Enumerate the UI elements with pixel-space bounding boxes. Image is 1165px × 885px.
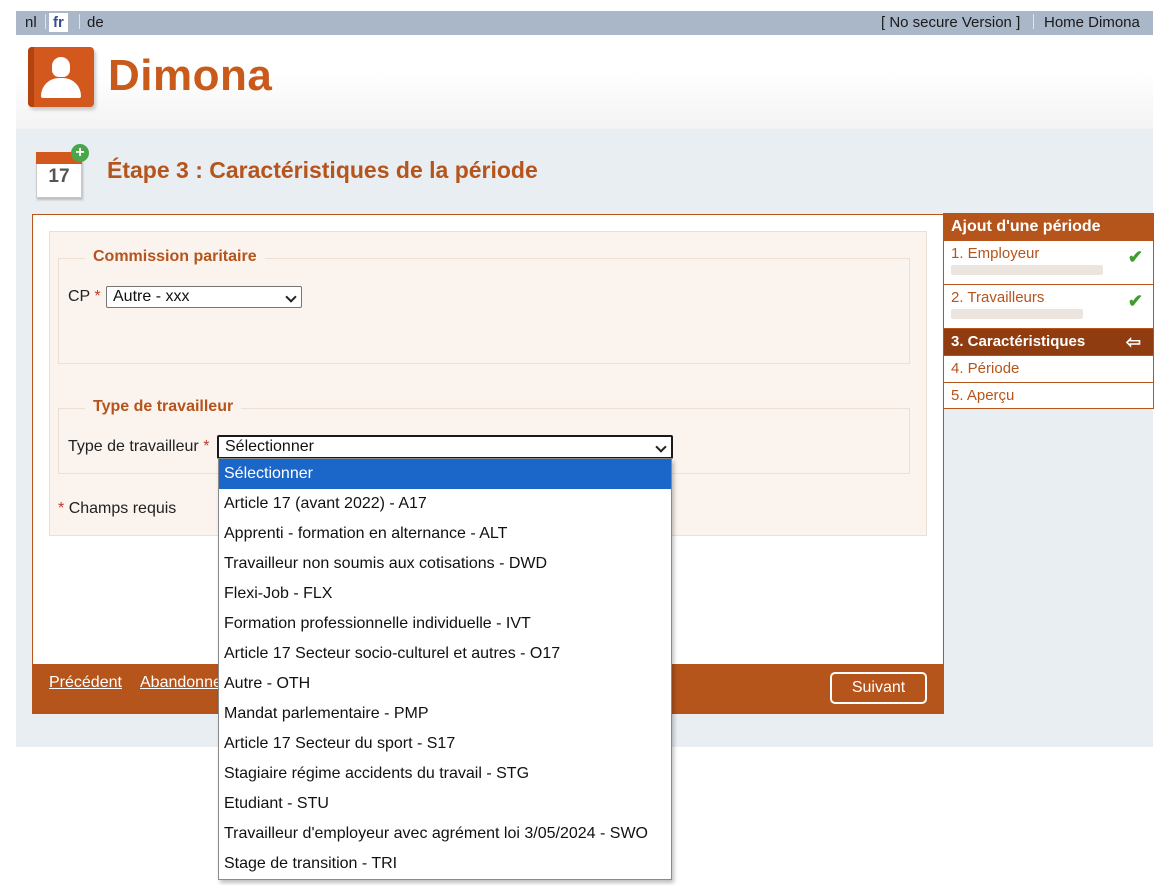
dropdown-option[interactable]: Apprenti - formation en alternance - ALT bbox=[219, 519, 671, 549]
previous-link[interactable]: Précédent bbox=[49, 674, 122, 692]
cp-legend: Commission paritaire bbox=[85, 248, 265, 266]
header-logo-area: Dimona bbox=[16, 35, 1153, 129]
dropdown-option[interactable]: Article 17 Secteur socio-culturel et aut… bbox=[219, 639, 671, 669]
worker-type-label: Type de travailleur * bbox=[68, 438, 210, 455]
dropdown-option[interactable]: Sélectionner bbox=[219, 459, 671, 489]
abandon-link[interactable]: Abandonner bbox=[140, 674, 227, 692]
dropdown-option[interactable]: Stage de transition - TRI bbox=[219, 849, 671, 879]
dropdown-option[interactable]: Autre - OTH bbox=[219, 669, 671, 699]
lang-separator bbox=[45, 14, 46, 29]
dropdown-option[interactable]: Formation professionnelle individuelle -… bbox=[219, 609, 671, 639]
sidebar-title: Ajout d'une période bbox=[944, 214, 1153, 240]
cp-select[interactable]: Autre - xxx bbox=[106, 286, 302, 308]
dropdown-option[interactable]: Article 17 Secteur du sport - S17 bbox=[219, 729, 671, 759]
next-button[interactable]: Suivant bbox=[830, 672, 927, 704]
arrow-left-icon: ⇦ bbox=[1125, 332, 1141, 352]
dropdown-option[interactable]: Travailleur d'employeur avec agrément lo… bbox=[219, 819, 671, 849]
lang-fr[interactable]: fr bbox=[49, 13, 68, 32]
dropdown-option[interactable]: Stagiaire régime accidents du travail - … bbox=[219, 759, 671, 789]
cp-fieldset: Commission paritaire CP * Autre - xxx bbox=[58, 248, 910, 364]
dropdown-option[interactable]: Article 17 (avant 2022) - A17 bbox=[219, 489, 671, 519]
step-employeur: 1. Employeur ✔ bbox=[944, 240, 1153, 284]
page-title: Étape 3 : Caractéristiques de la période bbox=[107, 157, 538, 183]
user-card-icon bbox=[28, 47, 94, 107]
dropdown-option[interactable]: Mandat parlementaire - PMP bbox=[219, 699, 671, 729]
redacted-text bbox=[951, 265, 1103, 275]
dropdown-option[interactable]: Travailleur non soumis aux cotisations -… bbox=[219, 549, 671, 579]
worker-type-select[interactable]: Sélectionner bbox=[217, 435, 673, 459]
top-bar: nl fr de [ No secure Version ] Home Dimo… bbox=[16, 11, 1153, 35]
step-periode: 4. Période bbox=[944, 355, 1153, 382]
step-travailleurs: 2. Travailleurs ✔ bbox=[944, 284, 1153, 328]
lang-de[interactable]: de bbox=[87, 14, 104, 31]
dropdown-option[interactable]: Flexi-Job - FLX bbox=[219, 579, 671, 609]
worker-type-dropdown-list: Sélectionner Article 17 (avant 2022) - A… bbox=[218, 458, 672, 880]
step-apercu: 5. Aperçu bbox=[944, 382, 1153, 409]
lang-separator bbox=[79, 14, 80, 29]
redacted-text bbox=[951, 309, 1083, 319]
lang-nl[interactable]: nl bbox=[25, 14, 37, 31]
steps-sidebar: Ajout d'une période 1. Employeur ✔ 2. Tr… bbox=[943, 213, 1154, 409]
cp-label: CP * bbox=[68, 288, 101, 305]
worker-type-legend: Type de travailleur bbox=[85, 398, 242, 416]
dropdown-option[interactable]: Etudiant - STU bbox=[219, 789, 671, 819]
link-separator bbox=[1033, 14, 1034, 29]
calendar-add-icon: 17 + bbox=[36, 144, 89, 202]
no-secure-version-link[interactable]: [ No secure Version ] bbox=[881, 14, 1020, 31]
check-icon: ✔ bbox=[1127, 247, 1143, 267]
home-dimona-link[interactable]: Home Dimona bbox=[1044, 14, 1140, 31]
calendar-day: 17 bbox=[48, 166, 70, 187]
logo-text: Dimona bbox=[108, 51, 273, 100]
check-icon: ✔ bbox=[1127, 291, 1143, 311]
required-note: * Champs requis bbox=[58, 500, 177, 517]
step-caracteristiques: 3. Caractéristiques ⇦ bbox=[944, 328, 1153, 355]
